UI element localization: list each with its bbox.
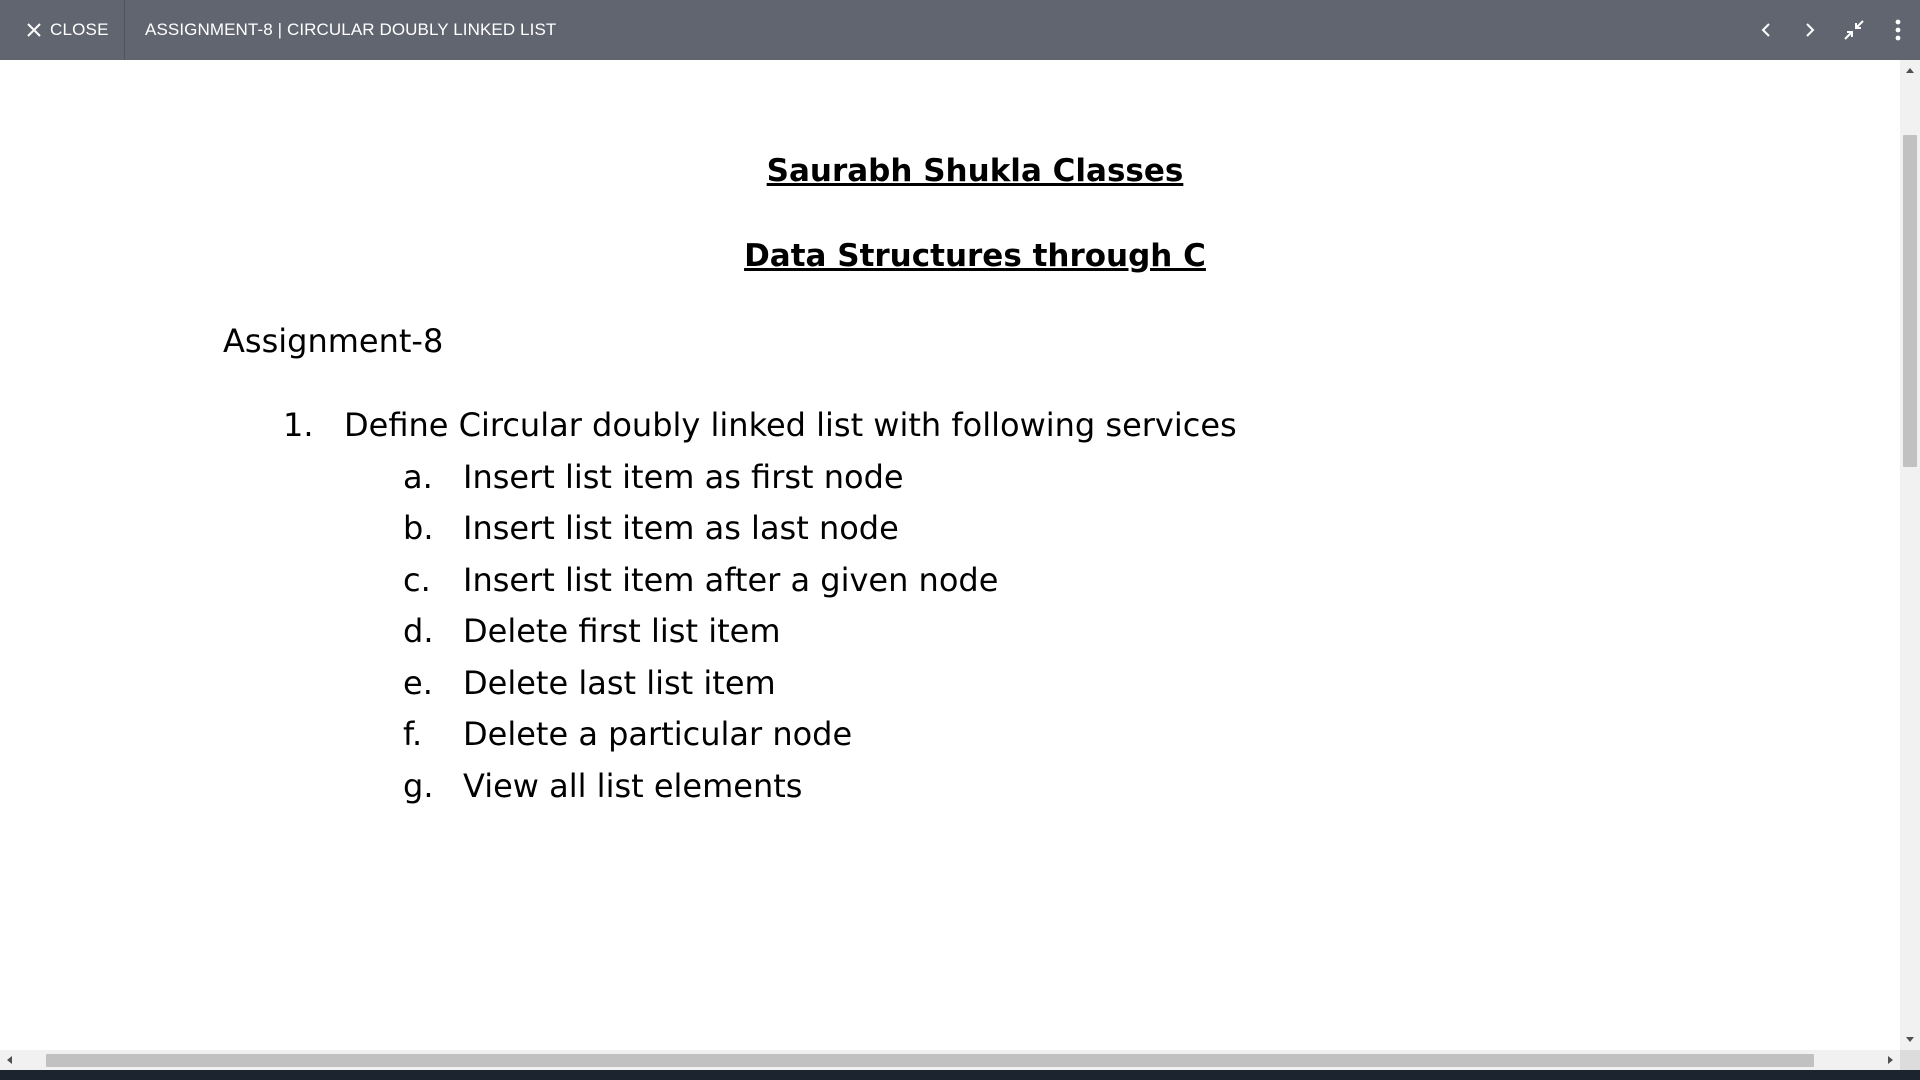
list-item-text: Insert list item as first node <box>463 458 904 496</box>
previous-button[interactable] <box>1744 0 1788 60</box>
list-item-letter: g. <box>403 767 434 805</box>
viewer-controls <box>1744 0 1920 60</box>
vertical-scrollbar-thumb[interactable] <box>1903 135 1917 467</box>
document-page: Saurabh Shukla Classes Data Structures t… <box>0 60 1900 1050</box>
list-item-letter: f. <box>403 715 423 753</box>
document-heading-subject: Data Structures through C <box>744 238 1206 274</box>
document-title: ASSIGNMENT-8 | CIRCULAR DOUBLY LINKED LI… <box>145 20 557 39</box>
list-item-letter: e. <box>403 664 433 702</box>
horizontal-scrollbar-thumb[interactable] <box>46 1054 1814 1067</box>
scroll-up-icon[interactable] <box>1906 68 1914 73</box>
list-item-text: View all list elements <box>463 767 803 805</box>
more-options-button[interactable] <box>1876 0 1920 60</box>
next-button[interactable] <box>1788 0 1832 60</box>
scroll-right-icon[interactable] <box>1888 1056 1893 1064</box>
list-item-text: Delete first list item <box>463 612 781 650</box>
chevron-right-icon <box>1803 22 1817 38</box>
list-item-letter: a. <box>403 458 433 496</box>
exit-fullscreen-button[interactable] <box>1832 0 1876 60</box>
viewer-toolbar: CLOSE ASSIGNMENT-8 | CIRCULAR DOUBLY LIN… <box>0 0 1920 60</box>
document-heading-institute: Saurabh Shukla Classes <box>766 153 1184 189</box>
list-item-text: Insert list item after a given node <box>463 561 999 599</box>
scrollbar-corner <box>1900 1050 1920 1070</box>
close-button[interactable]: CLOSE <box>0 0 125 60</box>
horizontal-scrollbar[interactable] <box>0 1050 1900 1070</box>
scroll-left-icon[interactable] <box>7 1056 12 1064</box>
scroll-down-icon[interactable] <box>1906 1037 1914 1042</box>
list-item-text: Insert list item as last node <box>463 509 899 547</box>
close-icon <box>26 22 42 38</box>
vertical-scrollbar[interactable] <box>1900 60 1920 1050</box>
list-item-letter: d. <box>403 612 434 650</box>
list-item-letter: b. <box>403 509 434 547</box>
question-number: 1. <box>283 406 314 444</box>
chevron-left-icon <box>1759 22 1773 38</box>
more-vertical-icon <box>1895 19 1901 41</box>
assignment-label: Assignment-8 <box>223 322 444 360</box>
list-item-letter: c. <box>403 561 431 599</box>
close-label: CLOSE <box>50 20 109 39</box>
bottom-strip <box>0 1070 1920 1080</box>
question-text: Define Circular doubly linked list with … <box>344 406 1237 444</box>
list-item-text: Delete a particular node <box>463 715 853 753</box>
list-item-text: Delete last list item <box>463 664 776 702</box>
document-viewport[interactable]: Saurabh Shukla Classes Data Structures t… <box>0 60 1900 1050</box>
exit-fullscreen-icon <box>1843 19 1865 41</box>
